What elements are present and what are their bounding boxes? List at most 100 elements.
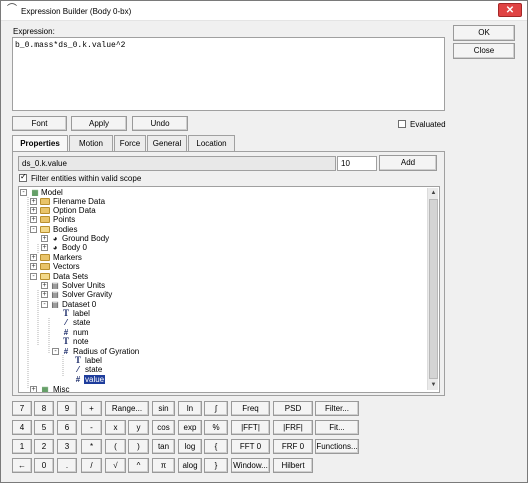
ok-button[interactable]: OK: [453, 25, 515, 41]
key-functions[interactable]: Functions...: [315, 439, 359, 454]
key-fit[interactable]: Fit...: [315, 420, 359, 435]
expand-icon[interactable]: +: [41, 244, 48, 251]
key-2[interactable]: 2: [34, 439, 54, 454]
key-0[interactable]: 0: [34, 458, 54, 473]
folder-icon: [40, 263, 50, 270]
scroll-thumb[interactable]: [429, 199, 438, 379]
expand-icon[interactable]: +: [30, 198, 37, 205]
apply-button[interactable]: Apply: [71, 116, 127, 131]
key-6[interactable]: 6: [57, 420, 77, 435]
text-type-icon: T: [62, 308, 69, 318]
key-4[interactable]: 4: [12, 420, 32, 435]
key-range[interactable]: Range...: [105, 401, 149, 416]
key-5[interactable]: 5: [34, 420, 54, 435]
key-open-brace[interactable]: {: [204, 439, 228, 454]
evaluated-checkbox[interactable]: [398, 120, 406, 128]
key-integral[interactable]: ∫: [204, 401, 228, 416]
expand-icon[interactable]: +: [41, 235, 48, 242]
count-field[interactable]: 10: [337, 156, 377, 171]
key-hilbert[interactable]: Hilbert: [273, 458, 313, 473]
key-power[interactable]: ^: [128, 458, 149, 473]
tree-node-label: Option Data: [53, 206, 96, 215]
expression-textarea[interactable]: b_0.mass*ds_0.k.value^2: [12, 37, 445, 111]
tab-general[interactable]: General: [147, 135, 187, 151]
key-sqrt[interactable]: √: [105, 458, 126, 473]
tree-node-label: note: [73, 337, 89, 346]
expand-icon[interactable]: +: [41, 291, 48, 298]
collapse-icon[interactable]: -: [20, 189, 27, 196]
key-y[interactable]: y: [128, 420, 149, 435]
key-psd[interactable]: PSD: [273, 401, 313, 416]
key-ln[interactable]: ln: [178, 401, 202, 416]
entity-tree[interactable]: - ▦ Model + Filename Data + Option Data …: [18, 186, 440, 393]
expand-icon[interactable]: +: [30, 207, 37, 214]
boolean-type-icon: ⁄: [65, 318, 67, 327]
key-exp[interactable]: exp: [178, 420, 202, 435]
filter-scope-checkbox[interactable]: [19, 172, 27, 182]
model-icon: ▦: [31, 188, 39, 197]
key-divide[interactable]: /: [81, 458, 102, 473]
key-cos[interactable]: cos: [152, 420, 175, 435]
window-close-button[interactable]: ✕: [498, 3, 522, 17]
number-type-icon: #: [75, 375, 81, 384]
key-log[interactable]: log: [178, 439, 202, 454]
key-derivative[interactable]: %: [204, 420, 228, 435]
key-window[interactable]: Window...: [231, 458, 270, 473]
tab-properties[interactable]: Properties: [12, 135, 68, 152]
key-open-paren[interactable]: (: [105, 439, 126, 454]
dataset-icon: ▤: [51, 300, 59, 309]
title-bar: ⌒ Expression Builder (Body 0-bx) ✕: [1, 1, 527, 21]
boolean-type-icon: ⁄: [77, 365, 79, 374]
key-8[interactable]: 8: [34, 401, 54, 416]
key-x[interactable]: x: [105, 420, 126, 435]
key-1[interactable]: 1: [12, 439, 32, 454]
key-backspace[interactable]: ←: [12, 458, 32, 473]
close-button[interactable]: Close: [453, 43, 515, 59]
key-decimal[interactable]: .: [57, 458, 77, 473]
key-abs-frf[interactable]: |FRF|: [273, 420, 313, 435]
body-icon: ◕: [52, 243, 58, 252]
key-frf-phase[interactable]: FRF 0: [273, 439, 313, 454]
open-folder-icon: [40, 226, 50, 233]
key-3[interactable]: 3: [57, 439, 77, 454]
key-pi[interactable]: π: [152, 458, 175, 473]
collapse-icon[interactable]: -: [30, 226, 37, 233]
tab-motion[interactable]: Motion: [69, 135, 113, 151]
key-minus[interactable]: -: [81, 420, 102, 435]
undo-button[interactable]: Undo: [132, 116, 188, 131]
key-plus[interactable]: +: [81, 401, 102, 416]
key-multiply[interactable]: *: [81, 439, 102, 454]
key-freq[interactable]: Freq: [231, 401, 270, 416]
expand-icon[interactable]: +: [30, 254, 37, 261]
entity-path-field[interactable]: ds_0.k.value: [18, 156, 336, 171]
tab-force[interactable]: Force: [114, 135, 146, 151]
key-fft-phase[interactable]: FFT 0: [231, 439, 270, 454]
dataset-icon: ▤: [51, 281, 59, 290]
expand-icon[interactable]: +: [30, 263, 37, 270]
expand-icon[interactable]: +: [30, 216, 37, 223]
collapse-icon[interactable]: -: [52, 348, 59, 355]
scroll-up-icon[interactable]: ▲: [428, 188, 439, 198]
folder-icon: [40, 207, 50, 214]
key-tan[interactable]: tan: [152, 439, 175, 454]
font-button[interactable]: Font: [12, 116, 67, 131]
expand-icon[interactable]: +: [41, 282, 48, 289]
dataset-icon: ▤: [51, 290, 59, 299]
key-filter[interactable]: Filter...: [315, 401, 359, 416]
expand-icon[interactable]: +: [30, 386, 37, 392]
collapse-icon[interactable]: -: [41, 301, 48, 308]
add-button[interactable]: Add: [379, 155, 437, 171]
key-alog[interactable]: alog: [178, 458, 202, 473]
key-7[interactable]: 7: [12, 401, 32, 416]
text-type-icon: T: [62, 336, 69, 346]
key-sin[interactable]: sin: [152, 401, 175, 416]
key-close-brace[interactable]: }: [204, 458, 228, 473]
collapse-icon[interactable]: -: [30, 273, 37, 280]
tree-scrollbar[interactable]: ▲ ▼: [427, 188, 438, 390]
tree-node-label-selected: value: [84, 375, 106, 384]
scroll-down-icon[interactable]: ▼: [428, 380, 439, 390]
key-abs-fft[interactable]: |FFT|: [231, 420, 270, 435]
key-9[interactable]: 9: [57, 401, 77, 416]
key-close-paren[interactable]: ): [128, 439, 149, 454]
tab-location[interactable]: Location: [188, 135, 235, 151]
